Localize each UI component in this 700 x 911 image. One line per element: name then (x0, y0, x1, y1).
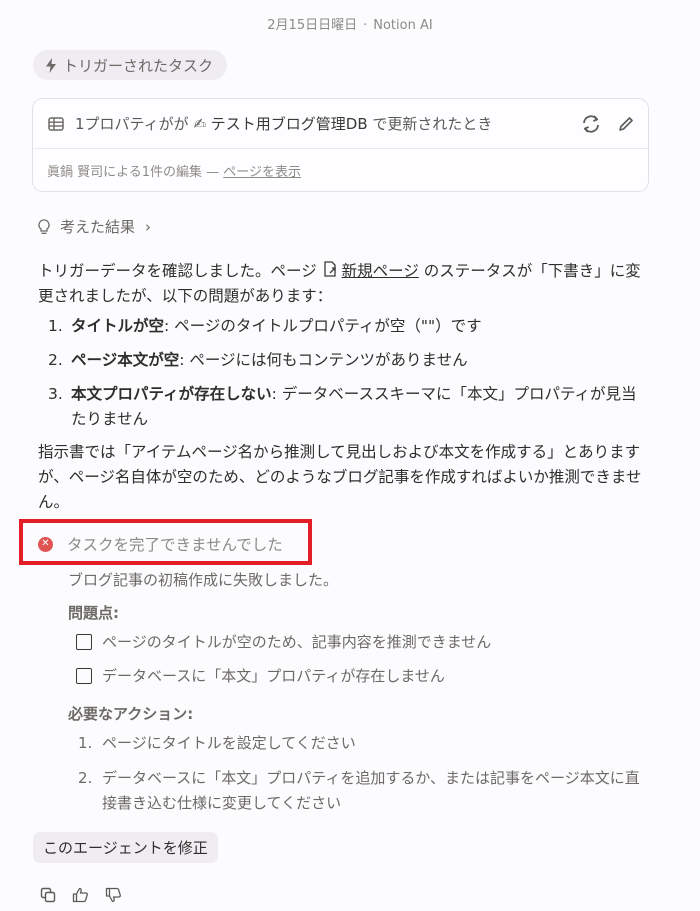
trigger-card: 1プロパティがが ✍ テスト用ブログ管理DB で更新されたとき 眞鍋 賢司による… (32, 98, 649, 192)
edit-info-text: 眞鍋 賢司による1件の編集 — (47, 165, 224, 180)
problem-text: ページのタイトルが空のため、記事内容を推測できません (102, 633, 492, 651)
task-failed-status: ✕ タスクを完了できませんでした (38, 533, 283, 555)
triggered-task-chip[interactable]: トリガーされたタスク (33, 50, 228, 80)
issue-desc: : ページには何もコンテンツがありません (179, 351, 468, 369)
page-link-new-page[interactable]: 新規ページ (342, 262, 419, 280)
trigger-card-header: 1プロパティがが ✍ テスト用ブログ管理DB で更新されたとき (33, 99, 648, 149)
problem-checkbox-item[interactable]: データベースに「本文」プロパティが存在しません (76, 665, 445, 686)
database-name-link[interactable]: テスト用ブログ管理DB (211, 115, 368, 133)
source-label: Notion AI (373, 18, 433, 33)
writing-hand-emoji-icon: ✍ (193, 115, 207, 133)
action-text: ページにタイトルを設定してください (102, 734, 356, 752)
fix-agent-button[interactable]: このエージェントを修正 (33, 832, 218, 863)
message-date-header: 2月15日日曜日 · Notion AI (0, 14, 700, 33)
edit-info-row: 眞鍋 賢司による1件の編集 — ページを表示 (47, 161, 301, 180)
task-failed-label: タスクを完了できませんでした (67, 536, 283, 554)
list-number: 1. (78, 734, 93, 752)
list-number: 1. (48, 317, 63, 335)
page-link-icon (323, 261, 336, 277)
checkbox-icon[interactable] (76, 667, 92, 684)
chevron-right-icon: › (145, 217, 152, 236)
list-number: 2. (48, 351, 63, 369)
issue-title: タイトルが空 (71, 317, 165, 335)
lightbulb-icon (38, 218, 50, 234)
feedback-toolbar (40, 887, 122, 903)
error-summary: ブログ記事の初稿作成に失敗しました。 (68, 571, 339, 589)
trigger-prefix: 1プロパティがが (75, 115, 189, 133)
issue-title: 本文プロパティが存在しない (71, 385, 272, 403)
message-paragraph-2: 指示書では「アイテムページ名から推測して見出しおよび本文を作成する」とありますが… (38, 443, 642, 511)
copy-icon[interactable] (40, 887, 56, 903)
issue-title: ページ本文が空 (71, 351, 180, 369)
list-number: 3. (48, 385, 63, 403)
action-text: データベースに「本文」プロパティを追加するか、または記事をページ本文に直接書き込… (102, 769, 640, 812)
actions-heading: 必要なアクション: (68, 705, 194, 723)
view-page-link[interactable]: ページを表示 (223, 165, 301, 180)
list-number: 2. (78, 769, 93, 787)
triggered-task-label: トリガーされたタスク (63, 56, 214, 75)
message-paragraph-1: トリガーデータを確認しました。ページ 新規ページ のステータスが「下書き」に変更… (38, 259, 650, 309)
thought-result-toggle[interactable]: 考えた結果 › (38, 216, 151, 237)
thumbs-up-icon[interactable] (72, 887, 89, 903)
issue-desc: : ページのタイトルプロパティが空（""）です (164, 317, 482, 335)
checkbox-icon[interactable] (76, 633, 92, 650)
thumbs-down-icon[interactable] (105, 887, 122, 903)
trigger-description: 1プロパティがが ✍ テスト用ブログ管理DB で更新されたとき (75, 113, 492, 134)
problem-text: データベースに「本文」プロパティが存在しません (102, 667, 445, 685)
p1-text-a: トリガーデータを確認しました。ページ (38, 262, 322, 280)
thought-label: 考えた結果 (60, 218, 136, 236)
problem-checkbox-item[interactable]: ページのタイトルが空のため、記事内容を推測できません (76, 631, 491, 652)
separator: · (363, 18, 368, 33)
table-icon (48, 116, 64, 131)
problems-heading: 問題点: (68, 604, 119, 622)
error-x-icon: ✕ (38, 536, 53, 552)
edit-pencil-icon[interactable] (618, 116, 634, 132)
date-text: 2月15日日曜日 (267, 18, 358, 33)
lightning-icon (46, 57, 56, 73)
sync-icon[interactable] (580, 114, 602, 134)
trigger-suffix: で更新されたとき (372, 115, 493, 133)
